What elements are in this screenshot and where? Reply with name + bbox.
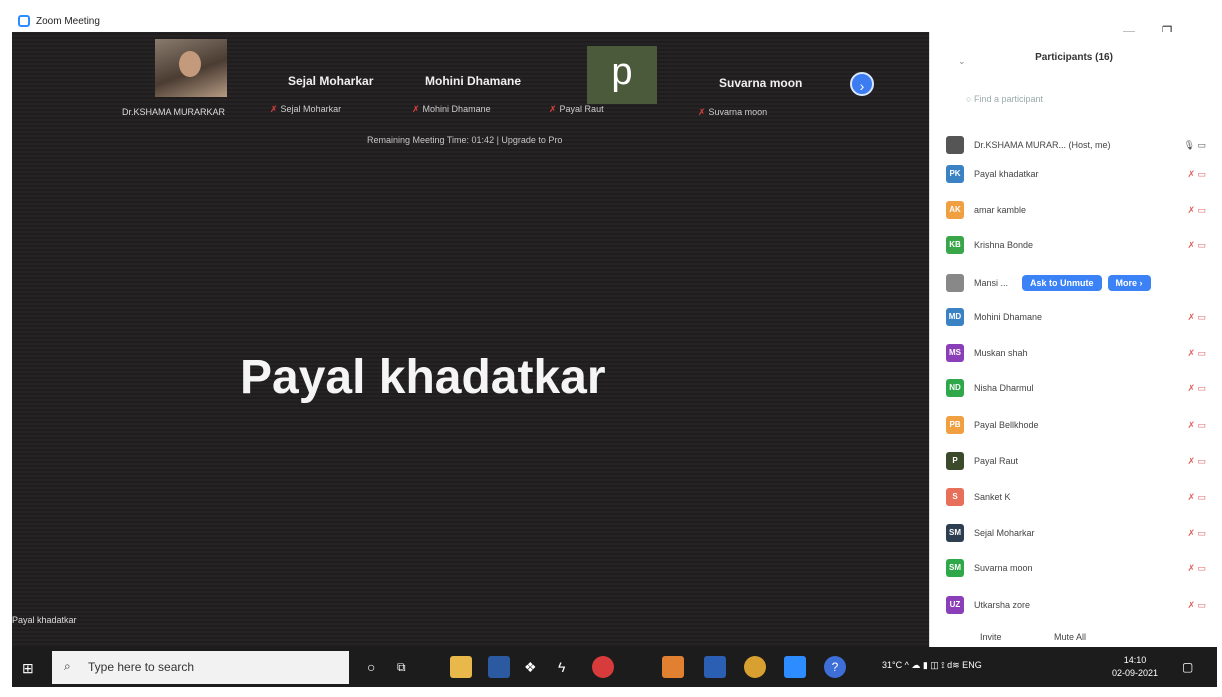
taskbar-search-input[interactable]: ⌕ Type here to search [52,651,349,684]
search-icon: ⌕ [64,659,71,673]
mic-muted-icon[interactable]: ✗ ▭ [1166,205,1206,216]
app-icon[interactable] [592,656,614,678]
mic-muted-icon[interactable]: ✗ ▭ [1166,563,1206,574]
help-icon[interactable]: ? [824,656,846,678]
cortana-icon[interactable]: ○ [367,656,389,678]
avatar: ND [946,379,964,397]
participant-row[interactable]: MD Mohini Dhamane ✗ ▭ [946,306,1206,328]
participant-row[interactable]: MS Muskan shah ✗ ▭ [946,342,1206,364]
panel-title: Participants (16) [1035,52,1113,63]
invite-button[interactable]: Invite [980,632,1002,642]
file-explorer-icon[interactable] [450,656,472,678]
participant-row[interactable]: PB Payal Bellkhode ✗ ▭ [946,414,1206,436]
avatar: S [946,488,964,506]
window-title: Zoom Meeting [36,15,100,27]
search-icon: ○ [966,94,974,104]
zoom-icon [18,15,30,27]
participant-row[interactable]: AK amar kamble ✗ ▭ [946,199,1206,221]
avatar: PK [946,165,964,183]
mic-muted-icon[interactable]: ✗ ▭ [1166,383,1206,394]
ask-to-unmute-button[interactable]: Ask to Unmute [1022,275,1102,291]
participant-row[interactable]: Mansi ... Ask to Unmute More › [946,272,1206,294]
chrome-icon[interactable] [744,656,766,678]
word-icon[interactable] [704,656,726,678]
thumb-name-sejal[interactable]: Sejal Moharkar [288,74,373,88]
thumb-sub-sejal: ✗ Sejal Moharkar [270,104,342,114]
participant-row[interactable]: Dr.KSHAMA MURAR... (Host, me) 🎙 ▭ [946,134,1206,156]
thumb-label-kshama: Dr.KSHAMA MURARKAR [122,107,226,117]
participant-row[interactable]: UZ Utkarsha zore ✗ ▭ [946,594,1206,616]
system-tray[interactable]: 31°C ^ ☁ ▮ ◫ ⟟ d≋ ENG [882,660,982,671]
mute-all-button[interactable]: Mute All [1054,632,1086,642]
participant-row[interactable]: S Sanket K ✗ ▭ [946,486,1206,508]
avatar [946,274,964,292]
participant-row[interactable]: PK Payal khadatkar ✗ ▭ [946,163,1206,185]
mic-muted-icon: ✗ [549,104,557,114]
avatar: AK [946,201,964,219]
avatar [946,136,964,154]
participants-panel: ⌄ Participants (16) ○ Find a participant… [929,32,1217,647]
find-participant-input[interactable]: ○ Find a participant [966,94,1043,104]
mic-muted-icon[interactable]: ✗ ▭ [1166,492,1206,503]
avatar: MD [946,308,964,326]
dropbox-icon[interactable]: ❖ [524,656,546,678]
mic-muted-icon: ✗ [698,107,706,117]
thumb-name-mohini[interactable]: Mohini Dhamane [425,74,521,88]
mic-muted-icon: ✗ [270,104,278,114]
windows-start-icon[interactable]: ⊞ [22,660,34,677]
notification-icon[interactable]: ▢ [1182,656,1204,678]
avatar: MS [946,344,964,362]
avatar: UZ [946,596,964,614]
mail-icon[interactable] [488,656,510,678]
video-tile-kshama[interactable] [155,39,227,97]
mic-muted-icon[interactable]: ✗ ▭ [1166,169,1206,180]
avatar: P [946,452,964,470]
video-stage: Dr.KSHAMA MURARKAR Sejal Moharkar ✗ Sejal… [12,32,929,647]
thumb-sub-payal-raut: ✗ Payal Raut [549,104,604,114]
mic-muted-icon[interactable]: ✗ ▭ [1166,348,1206,359]
active-speaker-label: Payal khadatkar [12,615,77,625]
video-tile-p[interactable]: p [587,46,657,104]
active-speaker-name: Payal khadatkar [240,351,606,404]
avatar: KB [946,236,964,254]
participant-row[interactable]: ND Nisha Dharmul ✗ ▭ [946,377,1206,399]
mic-icon[interactable]: 🎙 ▭ [1166,140,1206,151]
avatar: PB [946,416,964,434]
thumb-name-suvarna[interactable]: Suvarna moon [719,76,802,90]
mic-muted-icon: ✗ [412,104,420,114]
panel-footer: Invite Mute All [980,632,1136,642]
more-button[interactable]: More › [1107,275,1151,291]
mic-muted-icon[interactable]: ✗ ▭ [1166,420,1206,431]
taskbar: ⊞ ⌕ Type here to search ○ ⧉ ❖ ϟ ? 31°C ^ … [12,647,1217,687]
participant-row[interactable]: KB Krishna Bonde ✗ ▭ [946,234,1206,256]
mic-muted-icon[interactable]: ✗ ▭ [1166,312,1206,323]
mic-muted-icon[interactable]: ✗ ▭ [1166,240,1206,251]
app-icon[interactable]: ϟ [558,656,580,678]
participant-row[interactable]: P Payal Raut ✗ ▭ [946,450,1206,472]
thumb-sub-suvarna: ✗ Suvarna moon [698,107,768,117]
mic-muted-icon[interactable]: ✗ ▭ [1166,528,1206,539]
clock[interactable]: 14:10 02-09-2021 [1112,654,1158,680]
participant-row[interactable]: SM Sejal Moharkar ✗ ▭ [946,522,1206,544]
next-page-button[interactable]: › [850,72,874,96]
mic-muted-icon[interactable]: ✗ ▭ [1166,456,1206,467]
zoom-icon[interactable] [784,656,806,678]
task-view-icon[interactable]: ⧉ [397,656,419,678]
participant-row[interactable]: SM Suvarna moon ✗ ▭ [946,557,1206,579]
avatar: SM [946,559,964,577]
edge-icon[interactable] [662,656,684,678]
mic-muted-icon[interactable]: ✗ ▭ [1166,600,1206,611]
title-bar: Zoom Meeting [12,10,1217,32]
remaining-time[interactable]: Remaining Meeting Time: 01:42 | Upgrade … [367,135,562,145]
thumb-sub-mohini: ✗ Mohini Dhamane [412,104,491,114]
avatar: SM [946,524,964,542]
